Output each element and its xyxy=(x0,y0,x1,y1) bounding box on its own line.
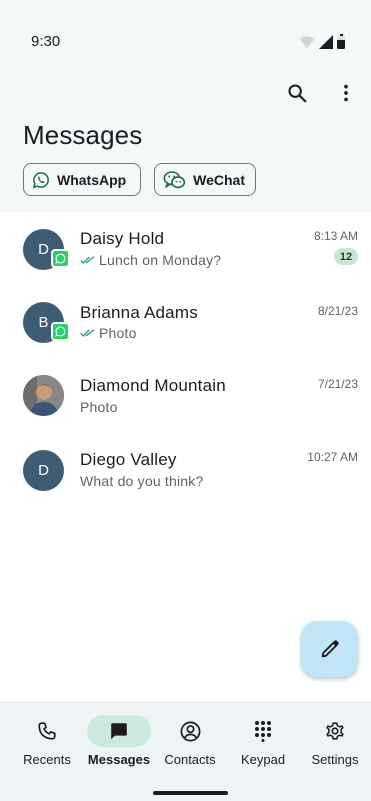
nav-item-recents[interactable]: Recents xyxy=(10,713,84,775)
message-preview-text: Photo xyxy=(80,399,118,415)
filter-chip-wechat[interactable]: WeChat xyxy=(154,163,256,196)
double-check-icon xyxy=(80,256,95,264)
compose-button[interactable] xyxy=(301,621,358,677)
contact-name: Diego Valley xyxy=(80,450,177,469)
message-preview-text: Photo xyxy=(99,325,137,341)
signal-icon xyxy=(319,35,333,49)
status-icons xyxy=(299,33,345,49)
unread-count-badge: 12 xyxy=(334,248,358,265)
message-time: 7/21/23 xyxy=(317,377,358,391)
home-indicator[interactable] xyxy=(153,791,228,795)
account-circle-icon xyxy=(180,721,200,741)
wifi-icon xyxy=(299,36,315,48)
nav-item-contacts[interactable]: Contacts xyxy=(153,713,227,775)
whatsapp-badge-icon xyxy=(51,249,70,268)
message-time: 10:27 AM xyxy=(307,450,358,464)
messages-screen: 9:30 Messages WhatsApp WeChat D Daisy Ho… xyxy=(0,0,371,801)
contact-name: Diamond Mountain xyxy=(80,376,226,395)
nav-label: Settings xyxy=(311,752,359,767)
nav-label: Messages xyxy=(87,752,151,767)
filter-chip-label: WeChat xyxy=(193,171,245,188)
battery-icon xyxy=(337,34,345,49)
contact-name: Daisy Hold xyxy=(80,229,165,248)
whatsapp-badge-icon xyxy=(51,322,70,341)
message-preview: What do you think? xyxy=(80,473,203,489)
avatar-photo xyxy=(23,375,64,416)
page-title: Messages xyxy=(23,120,143,150)
conversation-row[interactable]: Diamond Mountain Photo 7/21/23 xyxy=(0,360,371,434)
filter-chip-whatsapp[interactable]: WhatsApp xyxy=(23,163,141,196)
nav-item-keypad[interactable]: Keypad xyxy=(226,713,300,775)
more-options-button[interactable] xyxy=(329,76,363,110)
message-preview: Lunch on Monday? xyxy=(80,252,221,268)
message-preview: Photo xyxy=(80,325,137,341)
gear-icon xyxy=(326,722,344,740)
bottom-navigation: Recents Messages Contacts Keypad Setting… xyxy=(0,701,371,801)
search-icon xyxy=(288,84,307,103)
phone-icon xyxy=(38,722,56,740)
message-preview-text: Lunch on Monday? xyxy=(99,252,222,268)
nav-item-settings[interactable]: Settings xyxy=(298,713,371,775)
nav-label: Keypad xyxy=(240,752,286,767)
search-button[interactable] xyxy=(280,76,314,110)
message-preview-text: What do you think? xyxy=(80,473,204,489)
contact-name: Brianna Adams xyxy=(80,303,198,322)
message-preview: Photo xyxy=(80,399,118,415)
dialpad-icon xyxy=(255,721,271,742)
filter-chip-label: WhatsApp xyxy=(57,171,127,188)
person-photo-icon xyxy=(23,375,64,416)
avatar-initial: D xyxy=(38,241,49,258)
conversation-row[interactable]: B Brianna Adams Photo 8/21/23 xyxy=(0,286,371,360)
whatsapp-icon xyxy=(32,171,49,188)
more-vert-icon xyxy=(344,84,348,102)
avatar: D xyxy=(23,450,64,491)
double-check-icon xyxy=(80,329,95,337)
avatar-initial: B xyxy=(38,314,49,331)
avatar-initial: D xyxy=(38,462,49,479)
nav-item-messages[interactable]: Messages xyxy=(82,713,156,775)
message-time: 8/21/23 xyxy=(317,304,358,318)
nav-label: Contacts xyxy=(164,752,216,767)
conversation-row[interactable]: D Daisy Hold Lunch on Monday? 8:13 AM 12 xyxy=(0,212,371,286)
message-time: 8:13 AM xyxy=(313,229,358,243)
nav-label: Recents xyxy=(23,752,71,767)
conversation-row[interactable]: D Diego Valley What do you think? 10:27 … xyxy=(0,434,371,508)
wechat-icon xyxy=(163,170,186,188)
status-time: 9:30 xyxy=(31,33,61,50)
chat-icon xyxy=(111,723,127,740)
status-bar: 9:30 xyxy=(0,0,371,60)
pencil-icon xyxy=(321,640,339,658)
